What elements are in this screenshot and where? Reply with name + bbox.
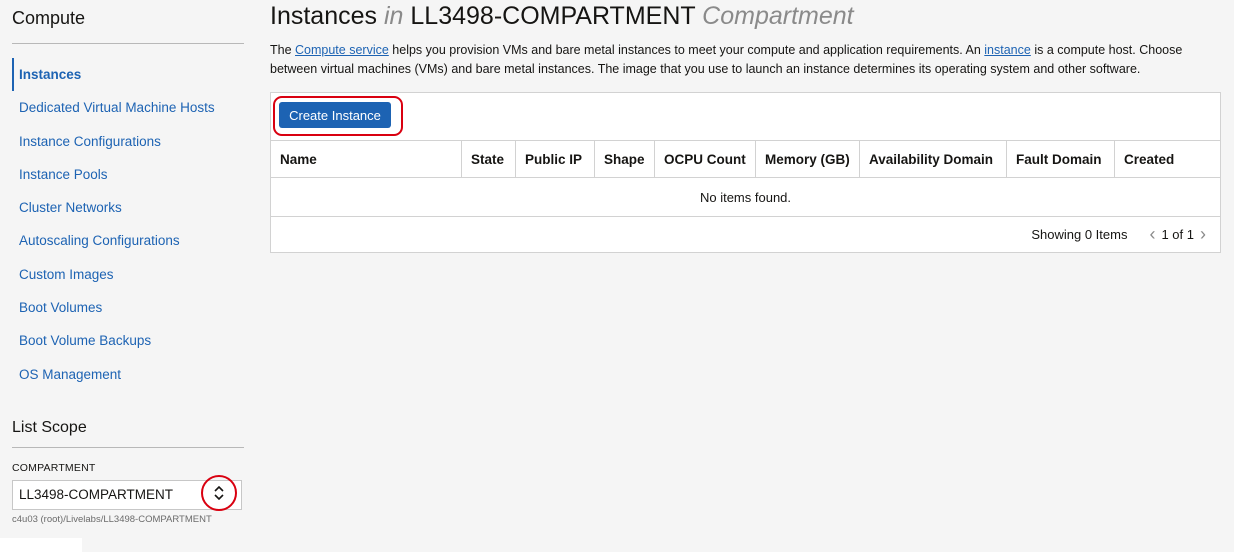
chevron-left-icon[interactable]: ‹ bbox=[1149, 224, 1155, 245]
column-header-memory[interactable]: Memory (GB) bbox=[755, 141, 860, 178]
page-title-in: in bbox=[383, 2, 404, 30]
sidebar-item-instance-configurations[interactable]: Instance Configurations bbox=[12, 125, 244, 158]
toolbar: Create Instance bbox=[271, 93, 1220, 141]
page-title-suffix: Compartment bbox=[702, 2, 854, 30]
page-title-compartment: LL3498-COMPARTMENT bbox=[410, 2, 696, 30]
column-header-public-ip[interactable]: Public IP bbox=[515, 141, 595, 178]
column-header-shape[interactable]: Shape bbox=[594, 141, 655, 178]
page-indicator: 1 of 1 bbox=[1161, 227, 1194, 242]
list-scope-title: List Scope bbox=[12, 419, 244, 448]
sidebar: Compute Instances Dedicated Virtual Mach… bbox=[12, 0, 244, 525]
instances-panel: Create Instance Name State Public IP Sha… bbox=[270, 92, 1221, 253]
page-title-prefix: Instances bbox=[270, 2, 378, 30]
compartment-label: COMPARTMENT bbox=[12, 461, 96, 474]
instance-link[interactable]: instance bbox=[984, 43, 1031, 57]
table-row: No items found. bbox=[271, 177, 1220, 217]
empty-message: No items found. bbox=[271, 177, 1220, 217]
desc-text-1: The bbox=[270, 43, 296, 57]
compartment-select[interactable]: LL3498-COMPARTMENT bbox=[12, 474, 242, 511]
item-count: Showing 0 Items bbox=[1031, 227, 1128, 242]
column-header-name[interactable]: Name bbox=[271, 141, 462, 178]
sidebar-item-dedicated-vm-hosts[interactable]: Dedicated Virtual Machine Hosts bbox=[12, 91, 244, 124]
chevron-right-icon[interactable]: › bbox=[1200, 224, 1206, 245]
sidebar-item-autoscaling-configurations[interactable]: Autoscaling Configurations bbox=[12, 224, 244, 257]
page-description: The Compute service helps you provision … bbox=[270, 41, 1222, 79]
column-header-ocpu-count[interactable]: OCPU Count bbox=[654, 141, 756, 178]
compartment-path: c4u03 (root)/Livelabs/LL3498-COMPARTMENT bbox=[12, 513, 212, 525]
compartment-select-value: LL3498-COMPARTMENT bbox=[19, 486, 174, 502]
sidebar-item-boot-volume-backups[interactable]: Boot Volume Backups bbox=[12, 324, 244, 357]
sidebar-item-boot-volumes[interactable]: Boot Volumes bbox=[12, 291, 244, 324]
sidebar-item-instances[interactable]: Instances bbox=[12, 58, 244, 92]
column-header-availability-domain[interactable]: Availability Domain bbox=[859, 141, 1007, 178]
chevron-up-down-icon bbox=[214, 485, 224, 500]
sidebar-item-os-management[interactable]: OS Management bbox=[12, 358, 244, 391]
compute-service-link[interactable]: Compute service bbox=[295, 43, 389, 57]
column-header-fault-domain[interactable]: Fault Domain bbox=[1006, 141, 1115, 178]
column-header-state[interactable]: State bbox=[461, 141, 516, 178]
table-header-row: Name State Public IP Shape OCPU Count Me… bbox=[271, 141, 1220, 178]
sidebar-title: Compute bbox=[12, 0, 244, 44]
sidebar-item-instance-pools[interactable]: Instance Pools bbox=[12, 158, 244, 191]
page-title: Instances in LL3498-COMPARTMENT Compartm… bbox=[270, 2, 1222, 34]
sidebar-item-cluster-networks[interactable]: Cluster Networks bbox=[12, 191, 244, 224]
sidebar-item-custom-images[interactable]: Custom Images bbox=[12, 258, 244, 291]
create-instance-button[interactable]: Create Instance bbox=[279, 102, 391, 128]
sidebar-nav: Instances Dedicated Virtual Machine Host… bbox=[12, 44, 244, 391]
compartment-select-caret-highlight[interactable] bbox=[201, 474, 237, 511]
main-content: Instances in LL3498-COMPARTMENT Compartm… bbox=[270, 0, 1222, 253]
sidebar-footer-strip bbox=[0, 538, 82, 552]
column-header-created[interactable]: Created bbox=[1114, 141, 1220, 178]
desc-text-2: helps you provision VMs and bare metal i… bbox=[388, 43, 985, 57]
pagination: Showing 0 Items ‹ 1 of 1 › bbox=[271, 217, 1220, 252]
instances-table: Name State Public IP Shape OCPU Count Me… bbox=[271, 141, 1220, 217]
